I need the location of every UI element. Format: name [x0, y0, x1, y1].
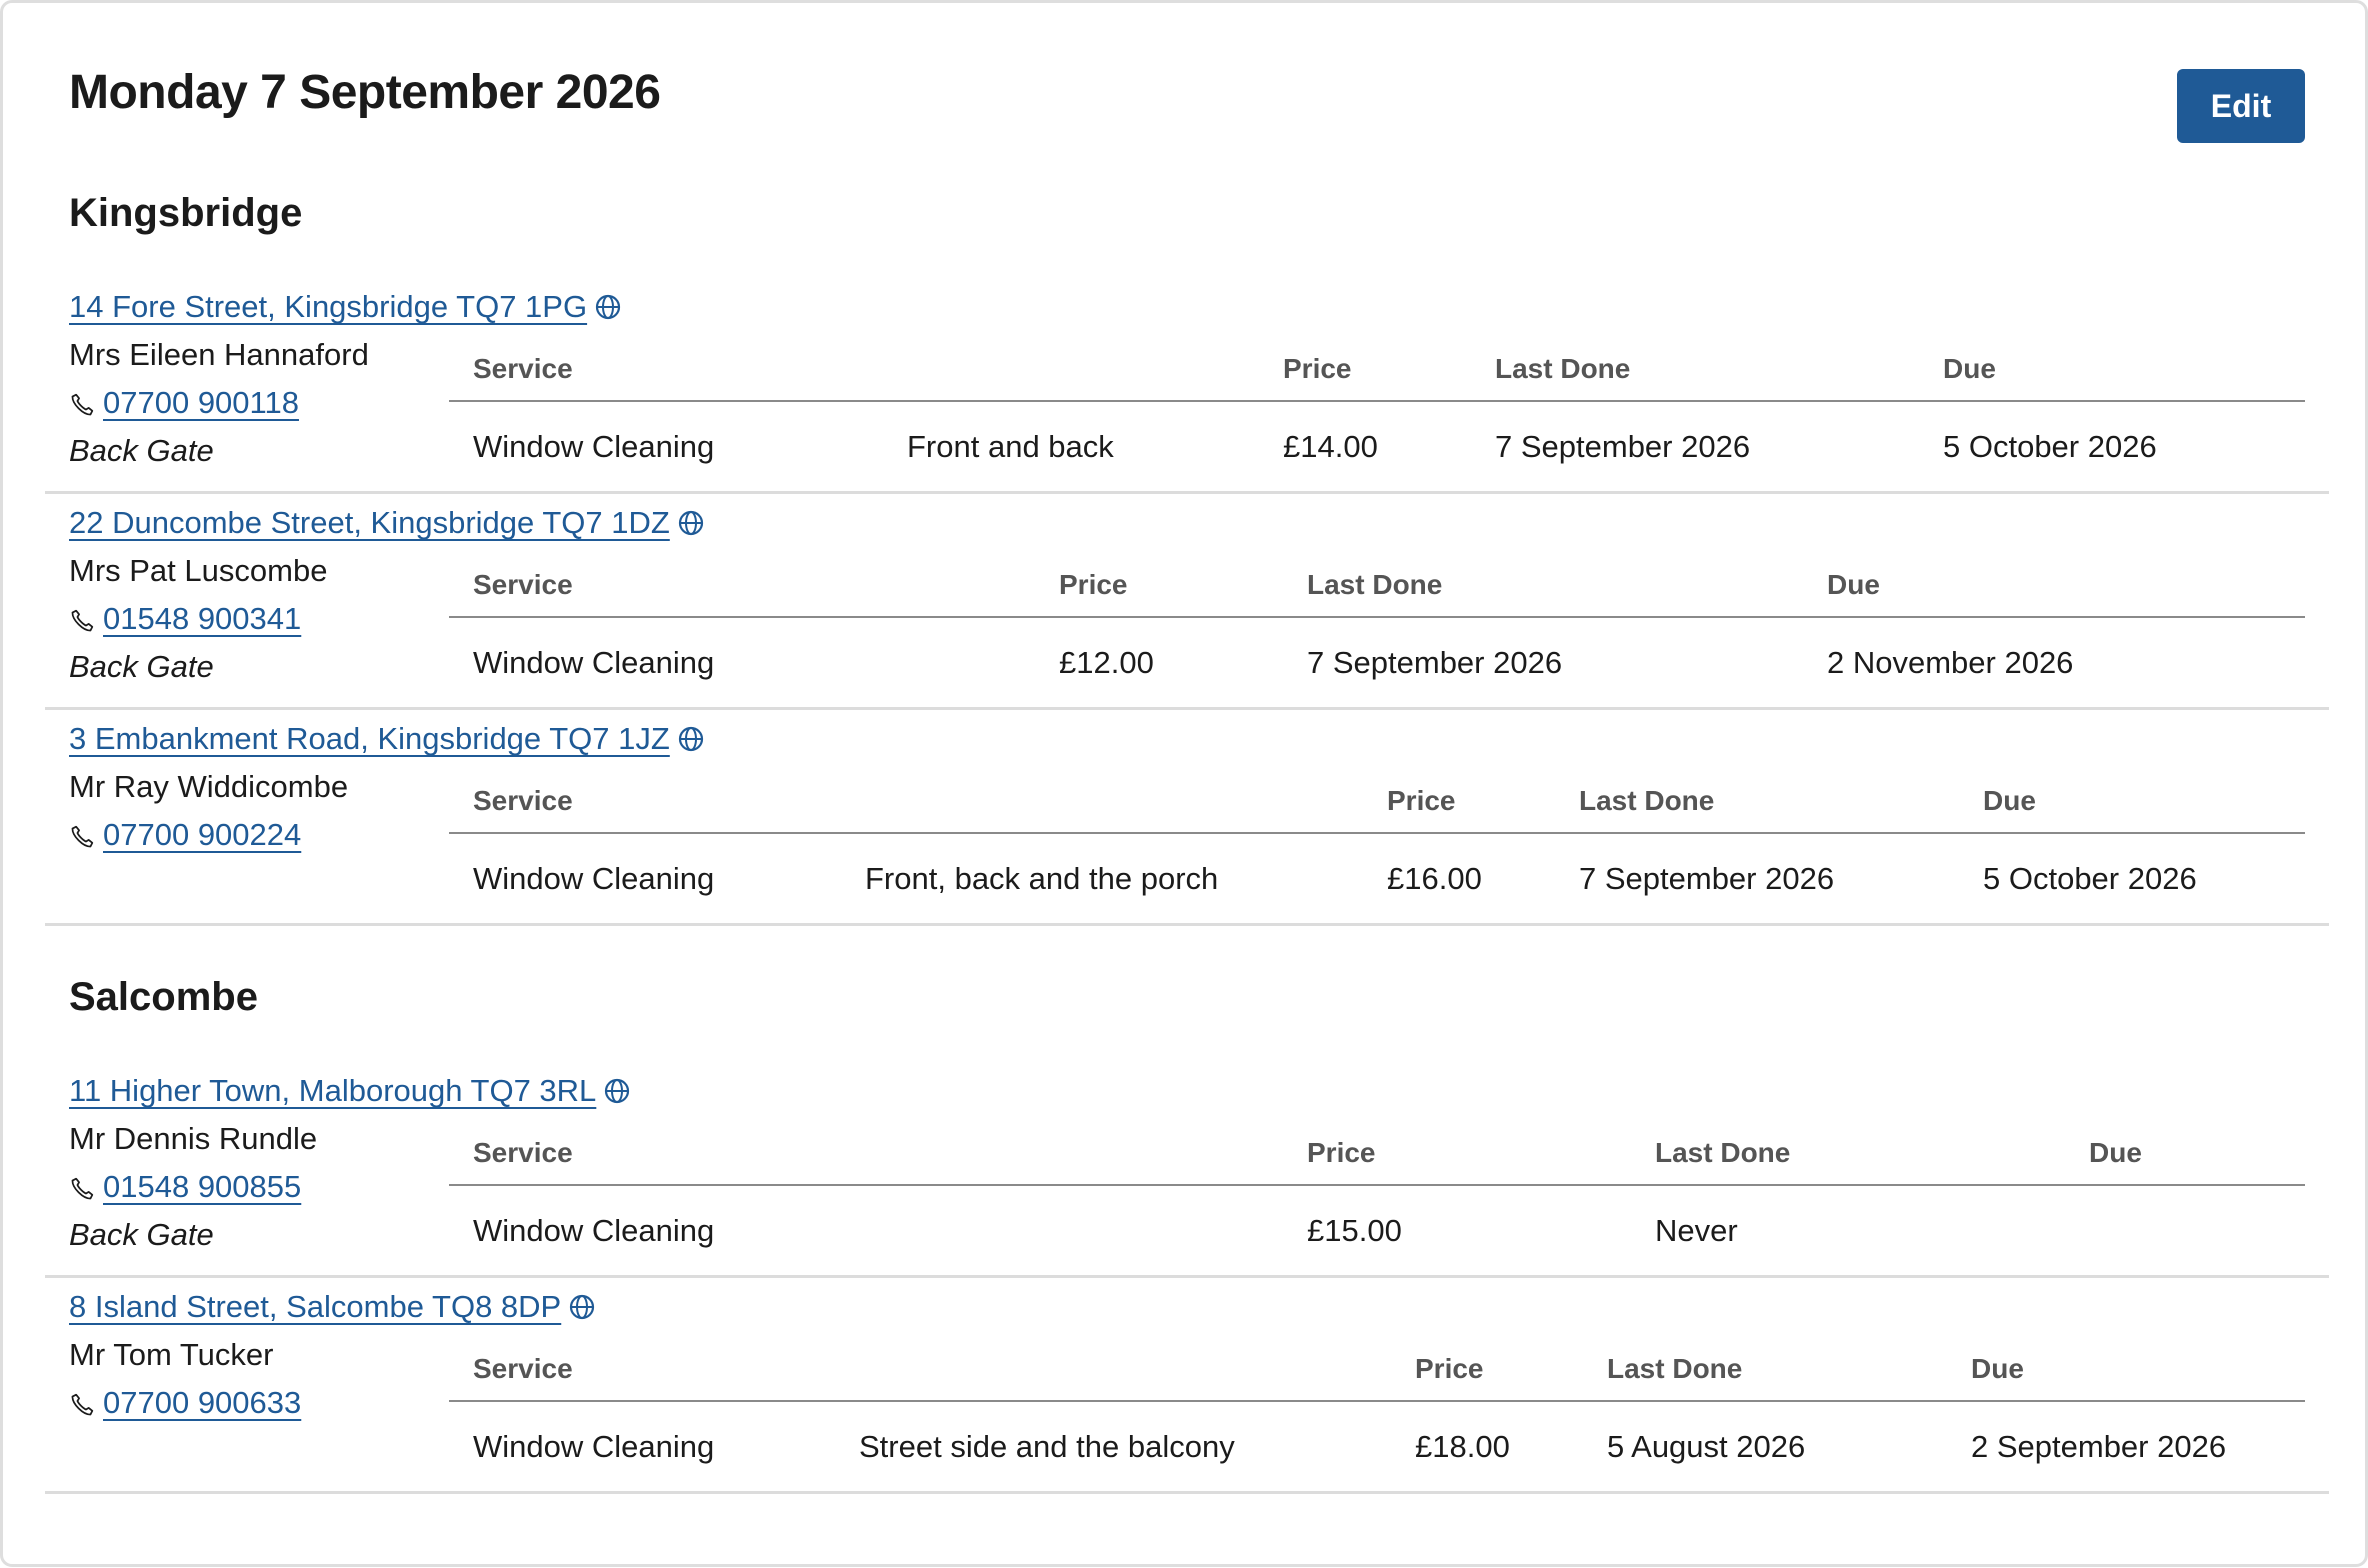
- header-divider: [449, 1184, 2305, 1186]
- row-divider: [45, 1491, 2329, 1494]
- address-link[interactable]: 22 Duncombe Street, Kingsbridge TQ7 1DZ: [69, 505, 704, 541]
- access-note: Back Gate: [69, 649, 214, 684]
- cell-last-done: 7 September 2026: [1495, 429, 1751, 464]
- cell-price: £12.00: [1059, 645, 1154, 680]
- col-header-service: Service: [473, 569, 573, 600]
- cell-price: £16.00: [1387, 861, 1482, 896]
- property-item: 11 Higher Town, Malborough TQ7 3RL Mr De…: [45, 1073, 2329, 1278]
- col-header-due: Due: [1943, 353, 1996, 384]
- col-header-last-done: Last Done: [1607, 1353, 1743, 1384]
- col-header-due: Due: [1971, 1353, 2024, 1384]
- row-divider: [45, 491, 2329, 494]
- property-item: 8 Island Street, Salcombe TQ8 8DP Mr Tom…: [45, 1289, 2329, 1494]
- cell-due: 2 November 2026: [1827, 645, 2074, 680]
- customer-name: Mrs Pat Luscombe: [69, 553, 328, 588]
- cell-last-done: 7 September 2026: [1579, 861, 1835, 896]
- customer-name: Mrs Eileen Hannaford: [69, 337, 369, 372]
- property-item: 14 Fore Street, Kingsbridge TQ7 1PG Mrs …: [45, 289, 2329, 494]
- row-divider: [45, 1275, 2329, 1278]
- phone-link[interactable]: 01548 900855: [103, 1169, 301, 1204]
- globe-icon: [605, 1078, 630, 1104]
- col-header-last-done: Last Done: [1655, 1137, 1791, 1168]
- cell-description: Front, back and the porch: [865, 861, 1219, 896]
- globe-icon: [678, 726, 703, 752]
- cell-due: 5 October 2026: [1943, 429, 2157, 464]
- address-link[interactable]: 3 Embankment Road, Kingsbridge TQ7 1JZ: [69, 721, 704, 757]
- col-header-service: Service: [473, 1137, 573, 1168]
- cell-due: 2 September 2026: [1971, 1429, 2227, 1464]
- header-divider: [449, 1400, 2305, 1402]
- col-header-service: Service: [473, 1353, 573, 1384]
- customer-name: Mr Ray Widdicombe: [69, 769, 349, 804]
- phone-row: 07700 900633: [69, 1385, 301, 1421]
- property-item: 3 Embankment Road, Kingsbridge TQ7 1JZ M…: [45, 721, 2329, 926]
- property-item: 22 Duncombe Street, Kingsbridge TQ7 1DZ …: [45, 505, 2329, 710]
- header-divider: [449, 400, 2305, 402]
- col-header-price: Price: [1387, 785, 1456, 816]
- phone-link[interactable]: 01548 900341: [103, 601, 301, 636]
- cell-service: Window Cleaning: [473, 861, 715, 896]
- job-day-card: Monday 7 September 2026 Edit Kingsbridge…: [0, 0, 2368, 1567]
- area-heading-kingsbridge: Kingsbridge: [69, 191, 303, 235]
- phone-link[interactable]: 07700 900633: [103, 1385, 301, 1420]
- globe-icon: [678, 510, 703, 536]
- cell-price: £18.00: [1415, 1429, 1510, 1464]
- row-divider: [45, 923, 2329, 926]
- phone-icon: [71, 393, 94, 416]
- customer-name: Mr Tom Tucker: [69, 1337, 274, 1372]
- cell-description: Street side and the balcony: [859, 1429, 1235, 1464]
- header-divider: [449, 616, 2305, 618]
- phone-row: 07700 900224: [69, 817, 301, 853]
- cell-due: 5 October 2026: [1983, 861, 2197, 896]
- col-header-price: Price: [1059, 569, 1128, 600]
- address-link[interactable]: 8 Island Street, Salcombe TQ8 8DP: [69, 1289, 595, 1325]
- col-header-service: Service: [473, 353, 573, 384]
- cell-service: Window Cleaning: [473, 645, 715, 680]
- page-title: Monday 7 September 2026: [69, 66, 661, 119]
- cell-description: Front and back: [907, 429, 1114, 464]
- area-heading-salcombe: Salcombe: [69, 975, 258, 1019]
- row-divider: [45, 707, 2329, 710]
- globe-icon: [570, 1294, 595, 1320]
- cell-last-done: Never: [1655, 1213, 1738, 1248]
- col-header-price: Price: [1415, 1353, 1484, 1384]
- cell-service: Window Cleaning: [473, 429, 715, 464]
- phone-icon: [71, 1177, 94, 1200]
- phone-row: 07700 900118: [69, 385, 299, 421]
- phone-row: 01548 900855: [69, 1169, 301, 1205]
- col-header-price: Price: [1283, 353, 1352, 384]
- cell-service: Window Cleaning: [473, 1213, 715, 1248]
- phone-row: 01548 900341: [69, 601, 301, 637]
- customer-name: Mr Dennis Rundle: [69, 1121, 318, 1156]
- col-header-last-done: Last Done: [1579, 785, 1715, 816]
- edit-button[interactable]: Edit: [2177, 69, 2305, 143]
- address-link[interactable]: 14 Fore Street, Kingsbridge TQ7 1PG: [69, 289, 621, 325]
- phone-icon: [71, 1393, 94, 1416]
- cell-last-done: 5 August 2026: [1607, 1429, 1806, 1464]
- address-link[interactable]: 11 Higher Town, Malborough TQ7 3RL: [69, 1073, 630, 1109]
- access-note: Back Gate: [69, 1217, 214, 1252]
- col-header-price: Price: [1307, 1137, 1376, 1168]
- col-header-service: Service: [473, 785, 573, 816]
- globe-icon: [595, 294, 621, 320]
- access-note: Back Gate: [69, 433, 214, 468]
- col-header-last-done: Last Done: [1307, 569, 1443, 600]
- header-divider: [449, 832, 2305, 834]
- cell-price: £15.00: [1307, 1213, 1402, 1248]
- col-header-due: Due: [1827, 569, 1880, 600]
- phone-link[interactable]: 07700 900224: [103, 817, 301, 852]
- col-header-last-done: Last Done: [1495, 353, 1631, 384]
- cell-last-done: 7 September 2026: [1307, 645, 1563, 680]
- cell-price: £14.00: [1283, 429, 1378, 464]
- col-header-due: Due: [1983, 785, 2036, 816]
- col-header-due: Due: [2089, 1137, 2142, 1168]
- phone-icon: [71, 609, 94, 632]
- phone-link[interactable]: 07700 900118: [103, 385, 299, 420]
- cell-service: Window Cleaning: [473, 1429, 715, 1464]
- phone-icon: [71, 825, 94, 848]
